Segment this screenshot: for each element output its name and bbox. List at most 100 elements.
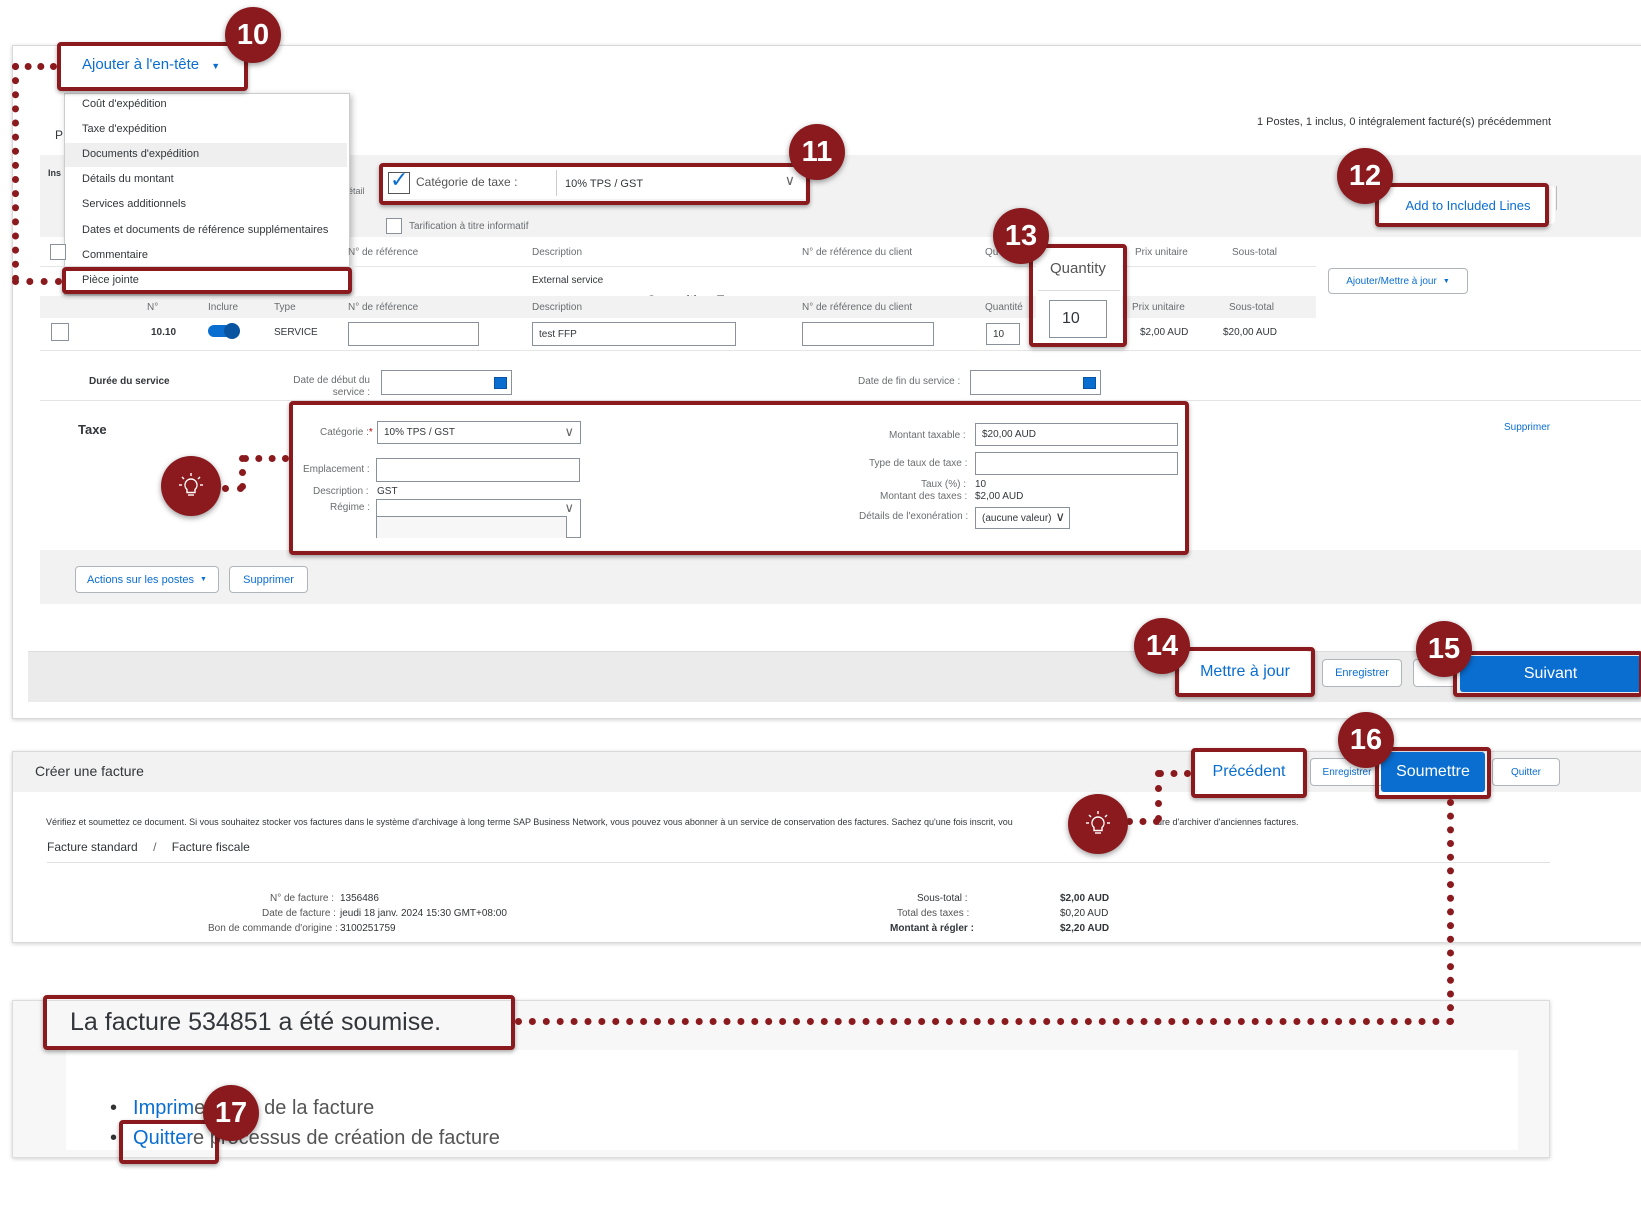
col-ref: N° de référence	[348, 302, 419, 313]
breadcrumb-separator: /	[153, 840, 157, 854]
col-qty: Quantité	[985, 302, 1023, 313]
highlight-confirmation	[43, 995, 515, 1050]
breadcrumb: Facture standard / Facture fiscale	[47, 840, 250, 854]
service-end-input[interactable]	[970, 370, 1101, 395]
row-quantity-input[interactable]: 10	[986, 323, 1020, 345]
highlight-add-header	[57, 42, 248, 91]
tax-title: Taxe	[78, 422, 107, 437]
line-actions-button[interactable]: Actions sur les postes ▼	[75, 566, 219, 593]
partial-label-detail: étail	[348, 186, 365, 196]
menu-item-shipping-docs[interactable]: Documents d'expédition	[82, 148, 199, 160]
highlight-submit	[1375, 747, 1491, 799]
step-badge-17: 17	[203, 1085, 259, 1141]
highlight-add-included	[1375, 183, 1549, 227]
save-button[interactable]: Enregistrer	[1322, 659, 1402, 687]
include-toggle[interactable]	[208, 323, 240, 339]
bullet: •	[110, 1127, 118, 1149]
step-badge-16: 16	[1338, 712, 1394, 768]
step-badge-12: 12	[1337, 148, 1393, 204]
lightbulb-glyph	[1086, 811, 1110, 834]
row-type: SERVICE	[274, 327, 318, 338]
connector-line	[1126, 818, 1160, 825]
connector-line	[12, 278, 62, 285]
add-update-label: Ajouter/Mettre à jour	[1346, 275, 1437, 287]
row-checkbox[interactable]	[51, 323, 69, 341]
po-value: 3100251759	[340, 923, 396, 934]
service-start-input[interactable]	[381, 370, 512, 395]
tax-total-value: $0,20 AUD	[1060, 908, 1109, 919]
menu-item-shipping-cost[interactable]: Coût d'expédition	[82, 98, 167, 110]
step-badge-15: 15	[1416, 621, 1472, 677]
step-badge-14: 14	[1134, 618, 1190, 674]
highlight-update	[1175, 647, 1315, 697]
items-summary: 1 Postes, 1 inclus, 0 intégralement fact…	[1257, 116, 1552, 128]
step-badge-10: 10	[225, 7, 281, 63]
service-start-label: Date de début du service :	[293, 375, 370, 398]
col-unit-price: Prix unitaire	[1132, 302, 1185, 313]
menu-item-amount-details[interactable]: Détails du montant	[82, 173, 174, 185]
menu-item-additional-services[interactable]: Services additionnels	[82, 198, 186, 210]
invoice-no-label: N° de facture :	[270, 893, 335, 904]
calendar-icon[interactable]	[1083, 377, 1096, 389]
row-unit-price: $2,00 AUD	[1140, 327, 1189, 338]
service-end-label: Date de fin du service :	[858, 376, 961, 387]
col-type: Type	[274, 302, 296, 313]
col-subtotal: Sous-total	[1229, 302, 1275, 313]
lightbulb-icon	[1068, 794, 1128, 854]
col-desc: Description	[532, 302, 583, 313]
highlight-quantity	[1029, 244, 1127, 347]
lightbulb-glyph	[179, 473, 203, 496]
breadcrumb-tax: Facture fiscale	[171, 840, 250, 854]
archive-notice-end: ure d'archiver d'anciennes factures.	[1157, 817, 1299, 827]
connector-line	[222, 485, 244, 492]
menu-item-comment[interactable]: Commentaire	[82, 249, 148, 261]
menu-item-shipping-tax[interactable]: Taxe d'expédition	[82, 123, 167, 135]
add-update-dropdown[interactable]: Ajouter/Mettre à jour ▼	[1328, 268, 1468, 294]
connector-line	[1157, 770, 1191, 777]
archive-notice: Vérifiez et soumettez ce document. Si vo…	[46, 817, 1013, 827]
row-divider	[40, 350, 1641, 351]
partial-label-p: P	[55, 128, 64, 142]
col-desc-top: Description	[532, 247, 583, 258]
tax-delete-link[interactable]: Supprimer	[1504, 422, 1550, 433]
highlight-attachment	[62, 267, 352, 294]
col-client-ref-top: N° de référence du client	[802, 247, 913, 258]
connector-line	[12, 63, 19, 282]
row-description-input[interactable]: test FFP	[532, 322, 736, 346]
partial-label-ins: Ins	[48, 168, 62, 178]
select-all-checkbox[interactable]	[50, 244, 66, 260]
info-pricing-checkbox[interactable]	[386, 218, 402, 234]
service-duration-label: Durée du service	[89, 376, 170, 387]
col-client-ref: N° de référence du client	[802, 302, 913, 313]
toggle-knob	[224, 323, 240, 339]
connector-line	[1447, 799, 1454, 1025]
add-lines-border-frag	[1553, 186, 1557, 210]
calendar-icon[interactable]	[494, 377, 507, 389]
tax-total-label: Total des taxes :	[897, 908, 970, 919]
line-delete-button[interactable]: Supprimer	[229, 566, 308, 593]
step-badge-11: 11	[789, 124, 845, 180]
highlight-tax-form	[289, 401, 1189, 555]
highlight-quit-link	[119, 1120, 219, 1164]
col-unit-price-top: Prix unitaire	[1135, 247, 1188, 258]
row-ref-input[interactable]	[348, 322, 479, 346]
subtotal-value: $2,00 AUD	[1060, 893, 1110, 904]
col-include: Inclure	[208, 302, 239, 313]
col-num: N°	[147, 302, 159, 313]
row-subtotal: $20,00 AUD	[1223, 327, 1277, 338]
connector-line	[242, 455, 289, 462]
invoice-date-value: jeudi 18 janv. 2024 15:30 GMT+08:00	[340, 908, 507, 919]
print-copy-link[interactable]: Imprim	[133, 1097, 194, 1119]
col-ref-top: N° de référence	[348, 247, 419, 258]
col-subtotal-top: Sous-total	[1232, 247, 1278, 258]
connector-line	[515, 1018, 1454, 1025]
menu-item-reference-dates[interactable]: Dates et documents de référence suppléme…	[82, 224, 328, 236]
row-client-ref-input[interactable]	[802, 322, 934, 346]
subtotal-label: Sous-total :	[917, 893, 968, 904]
invoice-no-value: 1356486	[340, 893, 379, 904]
po-label: Bon de commande d'origine :	[208, 923, 338, 934]
amount-due-label: Montant à régler :	[890, 923, 974, 934]
quit-button[interactable]: Quitter	[1492, 758, 1560, 786]
invoice-date-label: Date de facture :	[262, 908, 336, 919]
highlight-next	[1453, 651, 1641, 697]
